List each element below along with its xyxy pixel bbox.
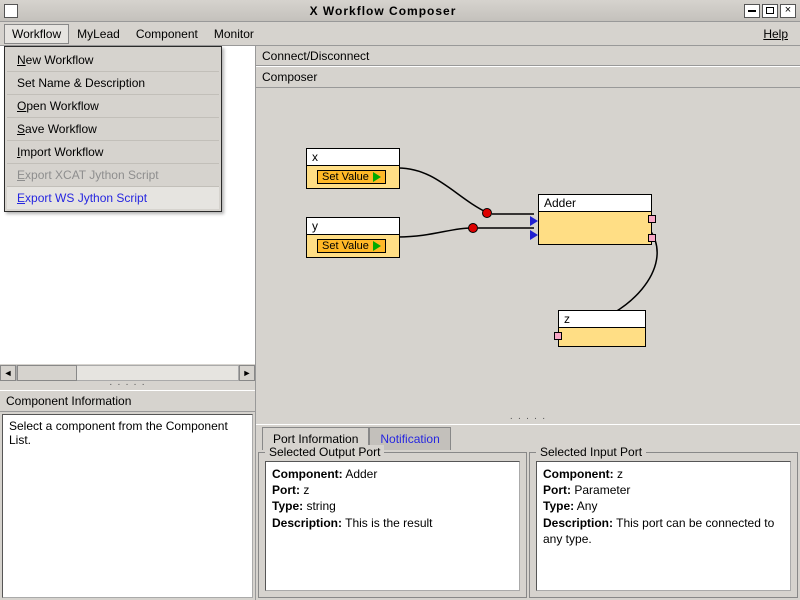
component-info-title: Component Information — [0, 390, 255, 412]
connect-disconnect-label[interactable]: Connect/Disconnect — [262, 49, 369, 63]
menu-export-ws[interactable]: Export WS Jython Script — [7, 187, 219, 209]
menu-save-workflow[interactable]: Save Workflow — [7, 118, 219, 141]
play-icon — [373, 172, 381, 182]
set-value-button[interactable]: Set Value — [317, 170, 386, 184]
input-port-legend: Selected Input Port — [536, 445, 646, 459]
node-y-label: y — [307, 218, 399, 235]
component-info-panel: Component Information Select a component… — [0, 390, 255, 600]
connector-dot[interactable] — [482, 208, 492, 218]
selected-output-port-box: Selected Output Port Component: Adder Po… — [258, 452, 527, 598]
menu-export-xcat: Export XCAT Jython Script — [7, 164, 219, 187]
input-port[interactable] — [530, 230, 538, 240]
node-y[interactable]: y Set Value — [306, 217, 400, 258]
bottom-info-panel: Port Information Notification Selected O… — [256, 424, 800, 600]
menu-open-workflow[interactable]: Open Workflow — [7, 95, 219, 118]
workflow-dropdown: NNew Workflowew Workflow Set Name & Desc… — [4, 46, 222, 212]
scroll-right-btn[interactable]: ► — [239, 365, 255, 381]
input-port[interactable] — [554, 332, 562, 340]
scroll-track[interactable] — [16, 365, 239, 381]
menu-component[interactable]: Component — [128, 24, 206, 44]
component-info-body: Select a component from the Component Li… — [2, 414, 253, 598]
node-z-label: z — [559, 311, 645, 328]
splitter-horizontal[interactable]: · · · · · — [0, 382, 255, 390]
menu-monitor[interactable]: Monitor — [206, 24, 262, 44]
node-adder[interactable]: Adder — [538, 194, 652, 245]
node-z[interactable]: z — [558, 310, 646, 347]
right-column: Connect/Disconnect Composer x Set Value — [256, 46, 800, 600]
menu-help[interactable]: Help — [755, 24, 796, 44]
connector-dot[interactable] — [468, 223, 478, 233]
output-port[interactable] — [648, 234, 656, 242]
title-bar: X Workflow Composer × — [0, 0, 800, 22]
node-adder-label: Adder — [539, 195, 651, 212]
play-icon — [373, 241, 381, 251]
scroll-thumb[interactable] — [17, 365, 77, 381]
window-system-icon[interactable] — [4, 4, 18, 18]
output-port-content: Component: Adder Port: z Type: string De… — [265, 461, 520, 591]
output-port-legend: Selected Output Port — [265, 445, 384, 459]
close-button[interactable]: × — [780, 4, 796, 18]
menu-set-name-desc[interactable]: Set Name & Description — [7, 72, 219, 95]
splitter-horizontal[interactable]: · · · · · — [256, 416, 800, 424]
connect-disconnect-bar: Connect/Disconnect — [256, 46, 800, 66]
scroll-left-btn[interactable]: ◄ — [0, 365, 16, 381]
menu-bar: Workflow MyLead Component Monitor Help N… — [0, 22, 800, 46]
menu-mylead[interactable]: MyLead — [69, 24, 128, 44]
composer-canvas[interactable]: x Set Value y Set Value Adder — [256, 88, 800, 416]
input-port-content: Component: z Port: Parameter Type: Any D… — [536, 461, 791, 591]
menu-import-workflow[interactable]: Import Workflow — [7, 141, 219, 164]
set-value-button[interactable]: Set Value — [317, 239, 386, 253]
minimize-button[interactable] — [744, 4, 760, 18]
window-title: X Workflow Composer — [24, 4, 742, 18]
output-port[interactable] — [648, 215, 656, 223]
menu-workflow[interactable]: Workflow — [4, 24, 69, 44]
composer-title: Composer — [256, 66, 800, 88]
selected-input-port-box: Selected Input Port Component: z Port: P… — [529, 452, 798, 598]
input-port[interactable] — [530, 216, 538, 226]
maximize-button[interactable] — [762, 4, 778, 18]
node-x[interactable]: x Set Value — [306, 148, 400, 189]
menu-new-workflow[interactable]: NNew Workflowew Workflow — [7, 49, 219, 72]
node-x-label: x — [307, 149, 399, 166]
h-scrollbar[interactable]: ◄ ► — [0, 364, 255, 382]
